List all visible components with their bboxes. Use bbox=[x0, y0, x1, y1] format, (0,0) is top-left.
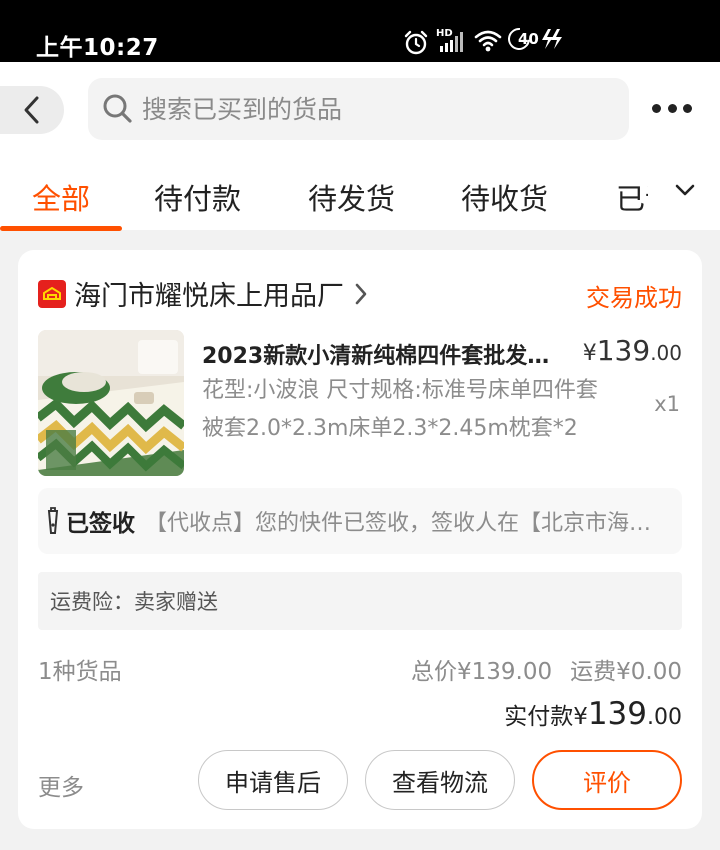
order-card[interactable]: 海门市耀悦床上用品厂 交易成功 2023新款小清新纯棉四件套批发宿舍单人三件套1… bbox=[18, 250, 702, 829]
product-title[interactable]: 2023新款小清新纯棉四件套批发宿舍单人三件套1.2床单被套一 bbox=[202, 338, 562, 370]
price-symbol: ¥ bbox=[582, 341, 597, 366]
insurance-text: 运费险：卖家赠送 bbox=[50, 590, 218, 614]
search-input[interactable] bbox=[142, 94, 602, 124]
active-tab-indicator bbox=[0, 226, 122, 231]
tab-pending-receipt[interactable]: 待收货 bbox=[461, 176, 548, 218]
shop-icon bbox=[38, 279, 66, 308]
logistics-title: 已签收 bbox=[66, 511, 135, 537]
battery-indicator: 40 bbox=[503, 23, 539, 55]
order-tabs: 全部 待付款 待发货 待收货 已评价 bbox=[0, 162, 720, 231]
tab-pending-shipment[interactable]: 待发货 bbox=[308, 176, 395, 218]
status-bar: 上午10:27 HD 40 bbox=[0, 0, 720, 62]
status-time: 上午10:27 bbox=[36, 35, 159, 61]
review-button[interactable]: 评价 bbox=[532, 750, 682, 810]
shop-link[interactable]: 海门市耀悦床上用品厂 bbox=[38, 274, 368, 313]
battery-icon bbox=[503, 23, 535, 55]
order-status: 交易成功 bbox=[586, 284, 682, 312]
logistics-status[interactable]: 已签收 【代收点】您的快件已签收，签收人在【北京市海淀区菜鸟驿站】领取 bbox=[38, 488, 682, 554]
price-decimal: .00 bbox=[650, 341, 682, 365]
shipping-label: 运费 bbox=[570, 659, 617, 685]
more-options-button[interactable] bbox=[652, 98, 692, 118]
dot-icon bbox=[667, 103, 677, 113]
view-logistics-button[interactable]: 查看物流 bbox=[365, 750, 515, 810]
total-value: ¥139.00 bbox=[457, 659, 553, 685]
paid-decimal: .00 bbox=[647, 705, 682, 730]
tab-all[interactable]: 全部 bbox=[32, 176, 90, 218]
package-delivered-icon bbox=[47, 507, 59, 534]
total-label: 总价 bbox=[411, 659, 458, 685]
price-integer: 139 bbox=[596, 334, 651, 367]
amount-paid: 实付款¥139.00 bbox=[504, 696, 682, 732]
paid-label: 实付款 bbox=[504, 704, 574, 730]
search-box[interactable] bbox=[88, 78, 629, 140]
logistics-detail: 【代收点】您的快件已签收，签收人在【北京市海淀区菜鸟驿站】领取 bbox=[145, 511, 655, 536]
signal-icon: HD bbox=[436, 28, 464, 54]
back-button[interactable] bbox=[0, 86, 64, 134]
alarm-icon bbox=[404, 30, 428, 55]
product-quantity: x1 bbox=[654, 392, 680, 416]
after-sale-button[interactable]: 申请售后 bbox=[198, 750, 348, 810]
order-totals: 总价¥139.00 运费¥0.00 bbox=[411, 652, 682, 686]
dot-icon bbox=[652, 103, 661, 113]
chevron-down-icon[interactable] bbox=[674, 182, 696, 198]
shop-name: 海门市耀悦床上用品厂 bbox=[74, 281, 344, 312]
product-spec: 花型:小波浪 尺寸规格:标准号床单四件套 被套2.0*2.3m床单2.3*2.4… bbox=[202, 372, 652, 448]
product-spec-line: 花型:小波浪 尺寸规格:标准号床单四件套 bbox=[202, 378, 598, 403]
search-icon bbox=[103, 94, 132, 123]
paid-integer: 139 bbox=[587, 696, 647, 732]
chevron-left-icon bbox=[24, 96, 39, 124]
more-actions-link[interactable]: 更多 bbox=[38, 768, 84, 802]
dot-icon bbox=[683, 103, 692, 113]
chevron-right-icon bbox=[355, 283, 367, 304]
shipping-insurance: 运费险：卖家赠送 bbox=[38, 572, 682, 630]
charging-icon bbox=[542, 29, 562, 49]
paid-symbol: ¥ bbox=[573, 704, 588, 730]
wifi-icon bbox=[474, 30, 502, 52]
product-thumbnail[interactable] bbox=[38, 330, 184, 476]
product-spec-line: 被套2.0*2.3m床单2.3*2.45m枕套*2 bbox=[202, 416, 578, 441]
goods-count: 1种货品 bbox=[38, 659, 122, 685]
header: 全部 待付款 待发货 待收货 已评价 bbox=[0, 62, 720, 231]
product-price: ¥139.00 bbox=[583, 334, 682, 367]
shipping-value: ¥0.00 bbox=[616, 659, 682, 685]
tab-pending-payment[interactable]: 待付款 bbox=[154, 176, 241, 218]
